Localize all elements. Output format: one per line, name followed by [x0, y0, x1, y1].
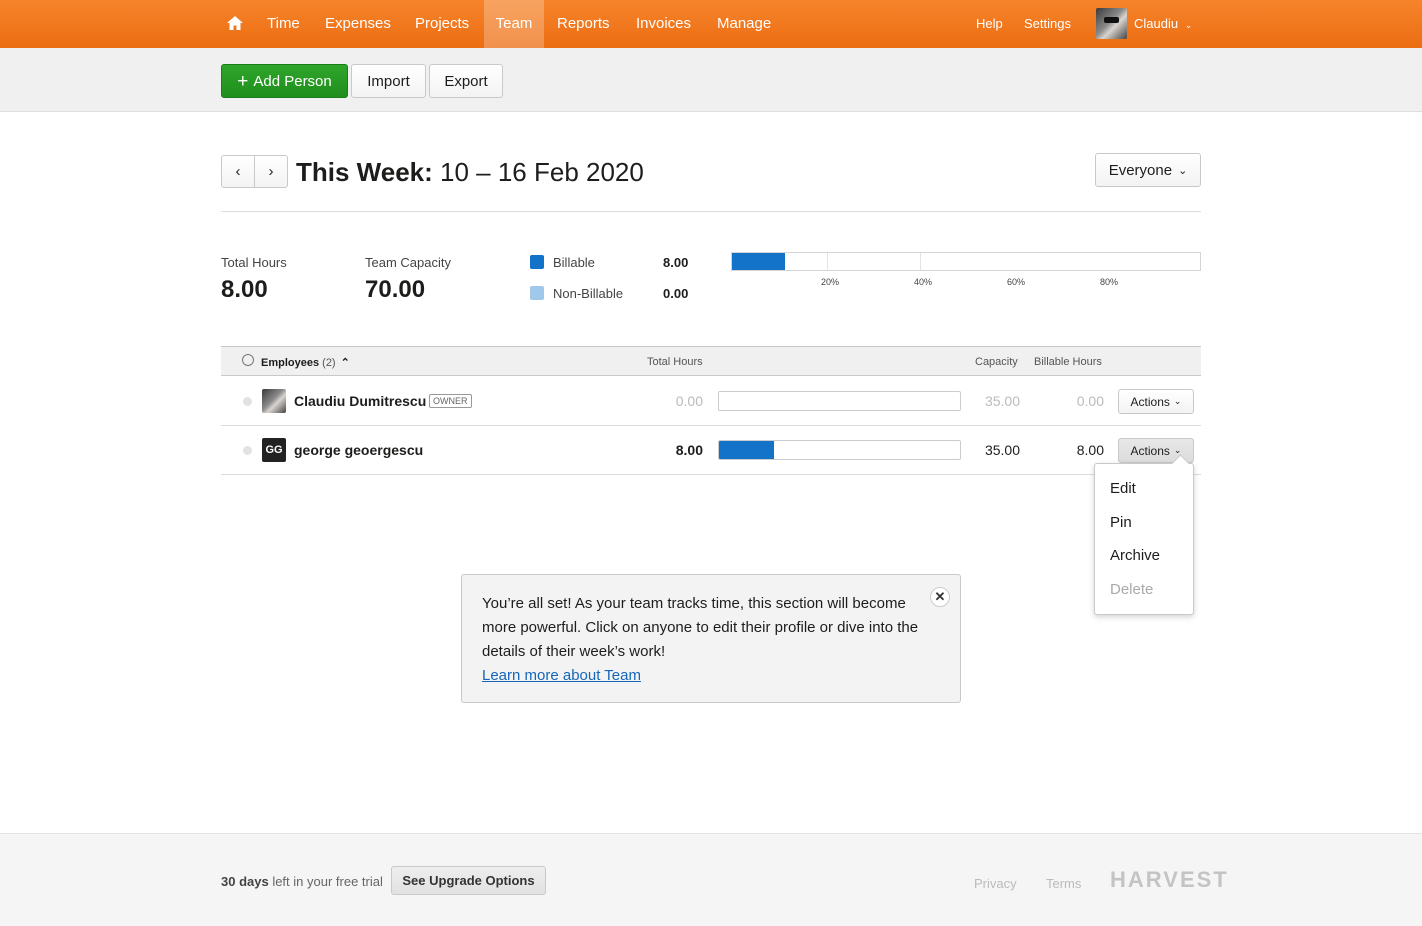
nav-manage[interactable]: Manage — [705, 0, 783, 48]
page-title: This Week: 10 – 16 Feb 2020 — [296, 156, 644, 188]
team-capacity-value: 70.00 — [365, 276, 426, 303]
employees-count: (2) — [322, 357, 336, 369]
harvest-logo[interactable]: HARVEST — [1110, 867, 1229, 893]
trial-notice: 30 days left in your free trial — [221, 874, 383, 889]
billable-hours-cell: 0.00 — [1076, 393, 1104, 409]
menu-item-delete: Delete — [1110, 581, 1154, 598]
status-dot — [243, 446, 252, 455]
avatar — [262, 389, 286, 413]
billable-hours-cell: 8.00 — [1076, 442, 1104, 458]
person-name[interactable]: Claudiu Dumitrescu — [294, 393, 426, 409]
home-icon[interactable] — [226, 14, 244, 32]
actions-label: Actions — [1130, 394, 1170, 409]
table-row[interactable]: GG george geoergescu 8.00 35.00 8.00 Act… — [221, 426, 1201, 475]
total-hours-label: Total Hours — [221, 255, 287, 270]
billable-legend-swatch — [530, 255, 544, 269]
nav-invoices[interactable]: Invoices — [624, 0, 703, 48]
trial-text: left in your free trial — [268, 874, 383, 889]
chevron-down-icon: ⌄ — [1173, 396, 1182, 406]
capacity-cell: 35.00 — [984, 442, 1020, 458]
chevron-up-icon: ⌃ — [340, 357, 350, 369]
avatar: GG — [262, 438, 286, 462]
billable-legend-value: 8.00 — [663, 255, 689, 270]
tick-label: 80% — [1100, 277, 1119, 287]
menu-item-edit[interactable]: Edit — [1110, 480, 1136, 497]
people-filter-dropdown[interactable]: Everyone ⌄ — [1095, 153, 1201, 187]
tick-label: 40% — [914, 277, 933, 287]
status-dot — [243, 397, 252, 406]
bar-tick — [920, 253, 921, 270]
clock-icon — [242, 354, 254, 366]
top-nav: Time Expenses Projects Team Reports Invo… — [0, 0, 1422, 48]
week-navigation: ‹ › — [221, 155, 288, 188]
close-icon[interactable]: ✕ — [930, 587, 950, 607]
employees-sort-toggle[interactable]: Employees (2) ⌃ — [261, 356, 350, 369]
column-billable-hours: Billable Hours — [1034, 356, 1102, 368]
chevron-down-icon: ⌄ — [1178, 164, 1188, 177]
learn-more-link[interactable]: Learn more about Team — [482, 664, 641, 688]
toolbar: + Add Person Import Export — [0, 48, 1422, 112]
trial-days: 30 days — [221, 874, 269, 889]
total-hours-cell: 0.00 — [675, 393, 703, 409]
owner-badge: OWNER — [429, 394, 472, 408]
user-avatar[interactable] — [1096, 8, 1127, 39]
actions-label: Actions — [1130, 443, 1170, 458]
tick-label: 20% — [821, 277, 840, 287]
terms-link[interactable]: Terms — [1046, 876, 1081, 891]
employees-label: Employees — [261, 357, 320, 369]
user-name: Claudiu — [1134, 16, 1179, 31]
previous-week-button[interactable]: ‹ — [222, 156, 254, 187]
column-total-hours: Total Hours — [647, 356, 703, 368]
divider — [221, 211, 1201, 212]
hours-bar — [718, 391, 961, 411]
plus-icon: + — [237, 70, 249, 92]
chevron-left-icon: ‹ — [235, 163, 241, 180]
bar-tick — [827, 253, 828, 270]
nav-team[interactable]: Team — [484, 0, 544, 48]
chevron-right-icon: › — [268, 163, 274, 180]
nav-expenses[interactable]: Expenses — [313, 0, 403, 48]
export-button[interactable]: Export — [429, 64, 503, 98]
actions-menu: Edit Pin Archive Delete — [1094, 463, 1194, 615]
footer: 30 days left in your free trial See Upgr… — [0, 833, 1422, 926]
person-name[interactable]: george geoergescu — [294, 442, 423, 458]
table-row[interactable]: Claudiu Dumitrescu OWNER 0.00 35.00 0.00… — [221, 377, 1201, 426]
nonbillable-legend-label: Non-Billable — [553, 286, 624, 301]
tick-label: 60% — [1007, 277, 1026, 287]
table-header: Employees (2) ⌃ Total Hours Capacity Bil… — [221, 346, 1201, 376]
menu-item-pin[interactable]: Pin — [1110, 514, 1132, 531]
total-hours-cell: 8.00 — [675, 442, 703, 458]
nav-help[interactable]: Help — [976, 0, 1003, 48]
capacity-cell: 35.00 — [984, 393, 1020, 409]
team-capacity-label: Team Capacity — [365, 255, 451, 270]
week-range: 10 – 16 Feb 2020 — [440, 157, 644, 187]
team-utilization-bar — [731, 252, 1201, 271]
nonbillable-legend-swatch — [530, 286, 544, 300]
notice-text: You’re all set! As your team tracks time… — [482, 595, 919, 660]
nav-reports[interactable]: Reports — [545, 0, 622, 48]
hours-bar — [718, 440, 961, 460]
utilization-fill — [732, 253, 785, 270]
billable-legend-label: Billable — [553, 255, 595, 270]
user-menu[interactable]: Claudiu ⌄ — [1134, 0, 1192, 48]
next-week-button[interactable]: › — [254, 156, 287, 187]
menu-item-archive[interactable]: Archive — [1110, 547, 1160, 564]
week-label: This Week: — [296, 157, 433, 187]
total-hours-value: 8.00 — [221, 276, 268, 303]
chevron-down-icon: ⌄ — [1184, 20, 1193, 30]
add-person-button[interactable]: + Add Person — [221, 64, 348, 98]
column-capacity: Capacity — [975, 356, 1018, 368]
upgrade-options-button[interactable]: See Upgrade Options — [391, 866, 546, 895]
import-button[interactable]: Import — [351, 64, 426, 98]
privacy-link[interactable]: Privacy — [974, 876, 1017, 891]
onboarding-notice: You’re all set! As your team tracks time… — [461, 574, 961, 703]
filter-label: Everyone — [1108, 161, 1173, 179]
actions-button[interactable]: Actions ⌄ — [1118, 389, 1194, 414]
hours-bar-fill — [719, 441, 774, 459]
add-person-label: Add Person — [253, 72, 332, 90]
nav-time[interactable]: Time — [255, 0, 312, 48]
nav-settings[interactable]: Settings — [1024, 0, 1071, 48]
nonbillable-legend-value: 0.00 — [663, 286, 689, 301]
nav-projects[interactable]: Projects — [403, 0, 481, 48]
